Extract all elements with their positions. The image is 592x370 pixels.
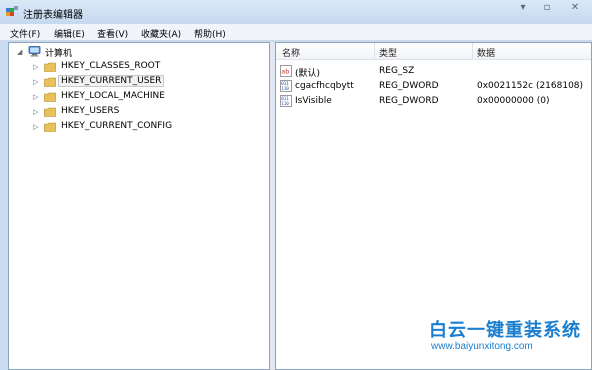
value-row[interactable]: 011 110 IsVisible REG_DWORD 0x00000000 (… (276, 94, 591, 108)
menu-edit[interactable]: 编辑(E) (54, 27, 85, 40)
string-value-icon: ab (280, 65, 292, 77)
folder-icon (44, 122, 56, 132)
menu-file[interactable]: 文件(F) (10, 27, 40, 40)
svg-text:110: 110 (281, 101, 289, 106)
binary-value-icon: 011 110 (280, 95, 292, 107)
tree-item-hkey-users[interactable]: ▷ HKEY_USERS (33, 105, 233, 119)
expand-arrow-icon[interactable]: ▷ (33, 122, 41, 132)
expand-arrow-icon[interactable]: ▷ (33, 77, 41, 87)
registry-tree[interactable]: ◢ 计算机 ▷ HKEY_CLASSES_ROOT ▷ HKEY_CURRENT… (8, 42, 270, 370)
folder-icon (44, 62, 56, 72)
menu-bar: 文件(F) 编辑(E) 查看(V) 收藏夹(A) 帮助(H) (0, 24, 592, 41)
tree-item-label: HKEY_USERS (61, 106, 120, 116)
minimize-button[interactable]: ▾ (514, 2, 532, 14)
tree-item-hkey-classes-root[interactable]: ▷ HKEY_CLASSES_ROOT (33, 60, 233, 74)
tree-root-computer[interactable]: ◢ 计算机 (17, 45, 217, 59)
watermark-brand: 白云一键重装系统 (429, 320, 581, 341)
svg-text:ab: ab (281, 67, 289, 75)
tree-item-hkey-current-config[interactable]: ▷ HKEY_CURRENT_CONFIG (33, 120, 233, 134)
folder-icon (44, 92, 56, 102)
close-button[interactable]: ✕ (566, 2, 584, 14)
tree-root-label: 计算机 (45, 49, 73, 59)
value-type: REG_DWORD (379, 96, 439, 106)
value-row[interactable]: 011 110 cgacfhcqbytt REG_DWORD 0x0021152… (276, 79, 591, 93)
window-title: 注册表编辑器 (23, 10, 83, 21)
tree-item-hkey-current-user[interactable]: ▷ HKEY_CURRENT_USER (33, 75, 233, 89)
list-header: 名称 类型 数据 (276, 43, 591, 60)
regedit-app-icon (6, 6, 18, 16)
column-separator[interactable] (374, 43, 375, 60)
expand-arrow-icon[interactable]: ▷ (33, 92, 41, 102)
value-name: cgacfhcqbytt (295, 81, 354, 91)
computer-icon (28, 46, 41, 57)
value-type: REG_SZ (379, 66, 415, 76)
tree-item-hkey-local-machine[interactable]: ▷ HKEY_LOCAL_MACHINE (33, 90, 233, 104)
value-name: (默认) (295, 69, 321, 79)
folder-icon (44, 107, 56, 117)
expand-arrow-icon[interactable]: ▷ (33, 107, 41, 117)
tree-item-label: HKEY_CLASSES_ROOT (61, 61, 161, 71)
value-type: REG_DWORD (379, 81, 439, 91)
menu-favorites[interactable]: 收藏夹(A) (141, 27, 181, 40)
tree-item-label: HKEY_CURRENT_USER (57, 75, 165, 87)
value-row[interactable]: ab (默认) REG_SZ (276, 64, 591, 79)
folder-icon (44, 77, 56, 87)
watermark-url: www.baiyunxitong.com (431, 341, 533, 352)
binary-value-icon: 011 110 (280, 80, 292, 92)
title-bar: 注册表编辑器 ▾ ▫ ✕ (0, 0, 592, 24)
value-data: 0x00000000 (0) (477, 96, 550, 106)
collapse-arrow-icon[interactable]: ◢ (17, 47, 25, 57)
value-data: 0x0021152c (2168108) (477, 81, 584, 91)
tree-item-label: HKEY_CURRENT_CONFIG (61, 121, 173, 131)
menu-help[interactable]: 帮助(H) (194, 27, 226, 40)
column-separator[interactable] (472, 43, 473, 60)
menu-view[interactable]: 查看(V) (97, 27, 128, 40)
column-header-name[interactable]: 名称 (282, 46, 300, 59)
svg-text:110: 110 (281, 86, 289, 91)
tree-item-label: HKEY_LOCAL_MACHINE (61, 91, 165, 101)
value-name: IsVisible (295, 96, 332, 106)
column-header-data[interactable]: 数据 (477, 46, 495, 59)
expand-arrow-icon[interactable]: ▷ (33, 62, 41, 72)
column-header-type[interactable]: 类型 (379, 46, 397, 59)
maximize-button[interactable]: ▫ (538, 2, 556, 14)
